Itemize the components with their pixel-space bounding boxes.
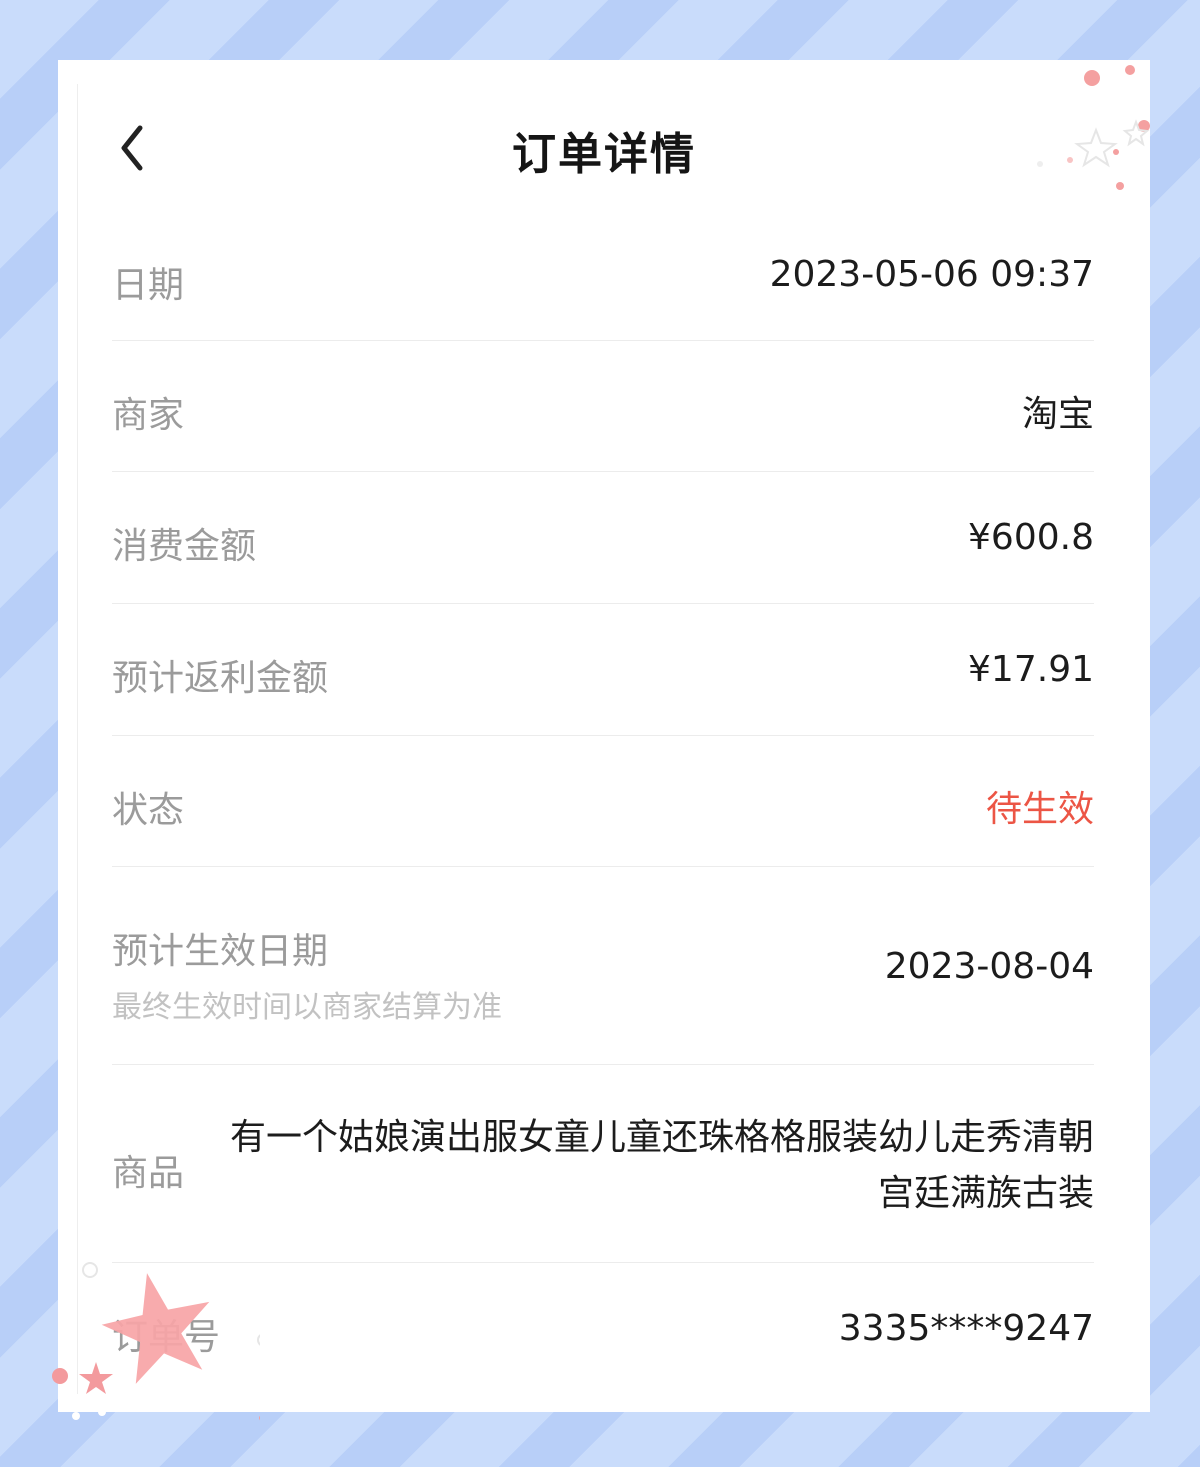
effective-date-value: 2023-08-04: [884, 946, 1094, 987]
product-value: 有一个姑娘演出服女童儿童还珠格格服装幼儿走秀清朝宫廷满族古装: [229, 1117, 1094, 1214]
detail-row-rebate: 预计返利金额 ¥17.91: [112, 603, 1094, 736]
date-label: 日期: [112, 265, 185, 306]
date-value: 2023-05-06 09:37: [769, 254, 1094, 295]
status-label: 状态: [112, 790, 185, 831]
detail-row-merchant: 商家 淘宝: [112, 340, 1094, 472]
status-badge: 待生效: [985, 789, 1094, 830]
order-detail-card: 订单详情 日期 2023-05-06 09:37 商家 淘宝 消费金额 ¥600…: [58, 60, 1150, 1412]
detail-row-status: 状态 待生效: [112, 735, 1094, 867]
order-number-value: 3335****9247: [838, 1308, 1094, 1349]
amount-value: ¥600.8: [968, 517, 1094, 558]
rebate-value: ¥17.91: [968, 649, 1094, 690]
detail-row-effective-date: 预计生效日期 最终生效时间以商家结算为准 2023-08-04: [112, 866, 1094, 1065]
detail-row-amount: 消费金额 ¥600.8: [112, 471, 1094, 604]
rebate-label: 预计返利金额: [112, 658, 329, 699]
merchant-label: 商家: [112, 395, 185, 436]
detail-row-product: 商品 有一个姑娘演出服女童儿童还珠格格服装幼儿走秀清朝宫廷满族古装: [112, 1064, 1094, 1263]
merchant-value: 淘宝: [1021, 394, 1094, 435]
effective-date-label: 预计生效日期: [112, 931, 329, 972]
effective-date-note: 最终生效时间以商家结算为准: [112, 990, 502, 1025]
amount-label: 消费金额: [112, 526, 257, 567]
product-label: 商品: [112, 1153, 185, 1194]
sparkle-decoration: [1037, 65, 1150, 190]
card-edge-line: [77, 84, 78, 1394]
detail-row-date: 日期 2023-05-06 09:37: [112, 212, 1094, 341]
star-sticker-decoration: [52, 1262, 260, 1421]
